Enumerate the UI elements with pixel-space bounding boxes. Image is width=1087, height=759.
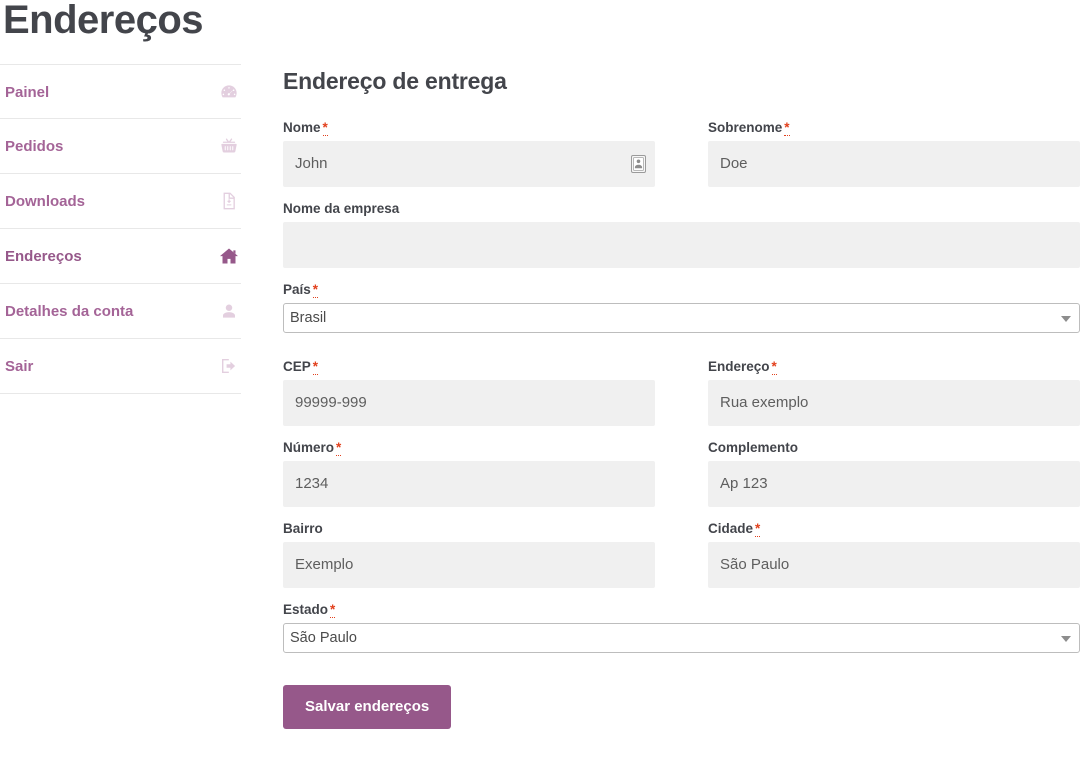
sidebar-item-label: Downloads [5,193,86,210]
sidebar-item-enderecos[interactable]: Endereços [0,229,241,284]
address-2-input-wrap [708,461,1080,507]
shipping-address-form: Nome* Sobrenome* [283,119,1080,729]
sidebar-item-downloads[interactable]: Downloads [0,174,241,229]
sidebar-link-detalhes-da-conta[interactable]: Detalhes da conta [0,284,241,338]
sidebar-item-label: Endereços [5,248,82,265]
country-label-text: País [283,282,311,297]
number-input[interactable] [283,461,655,507]
required-mark: * [312,359,319,375]
download-file-icon [219,191,239,211]
address-1-label: Endereço * [708,358,1080,376]
number-label: Número * [283,439,655,457]
first-name-input-wrap [283,141,655,187]
city-label: Cidade * [708,520,1080,538]
sidebar-link-sair[interactable]: Sair [0,339,241,393]
page-title: Endereços [3,0,204,42]
postcode-input-wrap [283,380,655,426]
sidebar-link-downloads[interactable]: Downloads [0,174,241,228]
required-mark: * [336,440,342,456]
sidebar-item-label: Detalhes da conta [5,303,134,320]
sign-out-icon [219,356,239,376]
address-1-label-text: Endereço [708,359,770,374]
field-state: Estado * São Paulo [283,601,1080,653]
sidebar-item-label: Pedidos [5,138,64,155]
city-input[interactable] [708,542,1080,588]
home-icon [219,246,239,266]
form-row-name: Nome* Sobrenome* [283,119,1080,187]
form-row-neighborhood-city: Bairro Cidade* [283,520,1080,588]
city-label-text: Cidade [708,521,754,536]
field-first-name: Nome * [283,119,655,187]
sidebar-link-painel[interactable]: Painel [0,65,241,118]
last-name-input-wrap [708,141,1080,187]
first-name-label: Nome * [283,119,655,137]
user-icon [219,301,239,321]
sidebar-link-enderecos[interactable]: Endereços [0,229,241,283]
form-row-submit: Salvar endereços [283,685,1080,729]
field-address-1: Endereço * [708,358,1080,426]
neighborhood-input[interactable] [283,542,655,588]
country-label: País * [283,281,1080,299]
neighborhood-input-wrap [283,542,655,588]
required-mark: * [322,120,328,136]
company-input[interactable] [283,222,1080,268]
address-1-input[interactable] [708,380,1080,426]
number-label-text: Número [283,440,335,455]
account-navigation: Painel Pedidos Downloads Endereços Detal… [0,64,241,394]
country-select[interactable]: Brasil [283,303,1080,333]
field-number: Número * [283,439,655,507]
company-label: Nome da empresa [283,201,400,216]
form-row-state: Estado * São Paulo [283,601,1080,665]
state-label: Estado * [283,601,1080,619]
first-name-input[interactable] [283,141,655,187]
required-mark: * [312,282,319,298]
required-mark: * [771,359,777,375]
sidebar-link-pedidos[interactable]: Pedidos [0,119,241,173]
number-input-wrap [283,461,655,507]
last-name-input[interactable] [708,141,1080,187]
last-name-label-text: Sobrenome [708,120,783,135]
field-city: Cidade * [708,520,1080,588]
country-select-wrap: Brasil [283,303,1080,333]
postcode-input[interactable] [283,380,655,426]
sidebar-item-pedidos[interactable]: Pedidos [0,119,241,174]
field-country: País * Brasil [283,281,1080,333]
address-2-label: Complemento [708,440,799,455]
field-last-name: Sobrenome * [708,119,1080,187]
last-name-label: Sobrenome * [708,119,1080,137]
dashboard-icon [219,82,239,102]
neighborhood-label: Bairro [283,521,323,536]
postcode-label: CEP * [283,358,655,376]
form-row-company: Nome da empresa [283,200,1080,268]
address-2-input[interactable] [708,461,1080,507]
field-company: Nome da empresa [283,200,1080,268]
form-row-country: País * Brasil [283,281,1080,345]
city-input-wrap [708,542,1080,588]
form-row-number-complement: Número* Complemento [283,439,1080,507]
nav-list: Painel Pedidos Downloads Endereços Detal… [0,64,241,394]
field-neighborhood: Bairro [283,520,655,588]
company-input-wrap [283,222,1080,268]
sidebar-item-label: Sair [5,358,34,375]
field-address-2: Complemento [708,439,1080,507]
field-postcode: CEP * [283,358,655,426]
required-mark: * [755,521,761,537]
sidebar-item-label: Painel [5,84,50,101]
required-mark: * [330,602,336,618]
first-name-label-text: Nome [283,120,321,135]
sidebar-item-sair[interactable]: Sair [0,339,241,394]
state-select-wrap: São Paulo [283,623,1080,653]
state-select[interactable]: São Paulo [283,623,1080,653]
postcode-label-text: CEP [283,359,311,374]
save-addresses-button[interactable]: Salvar endereços [283,685,452,729]
sidebar-item-painel[interactable]: Painel [0,64,241,119]
address-1-input-wrap [708,380,1080,426]
state-label-text: Estado [283,602,329,617]
form-heading: Endereço de entrega [283,68,507,94]
form-row-postcode-address: CEP* Endereço* [283,358,1080,426]
sidebar-item-detalhes-da-conta[interactable]: Detalhes da conta [0,284,241,339]
required-mark: * [784,120,790,136]
address-form-area: Endereço de entrega Nome * John Sobrenom… [283,66,1080,729]
basket-icon [219,136,239,156]
